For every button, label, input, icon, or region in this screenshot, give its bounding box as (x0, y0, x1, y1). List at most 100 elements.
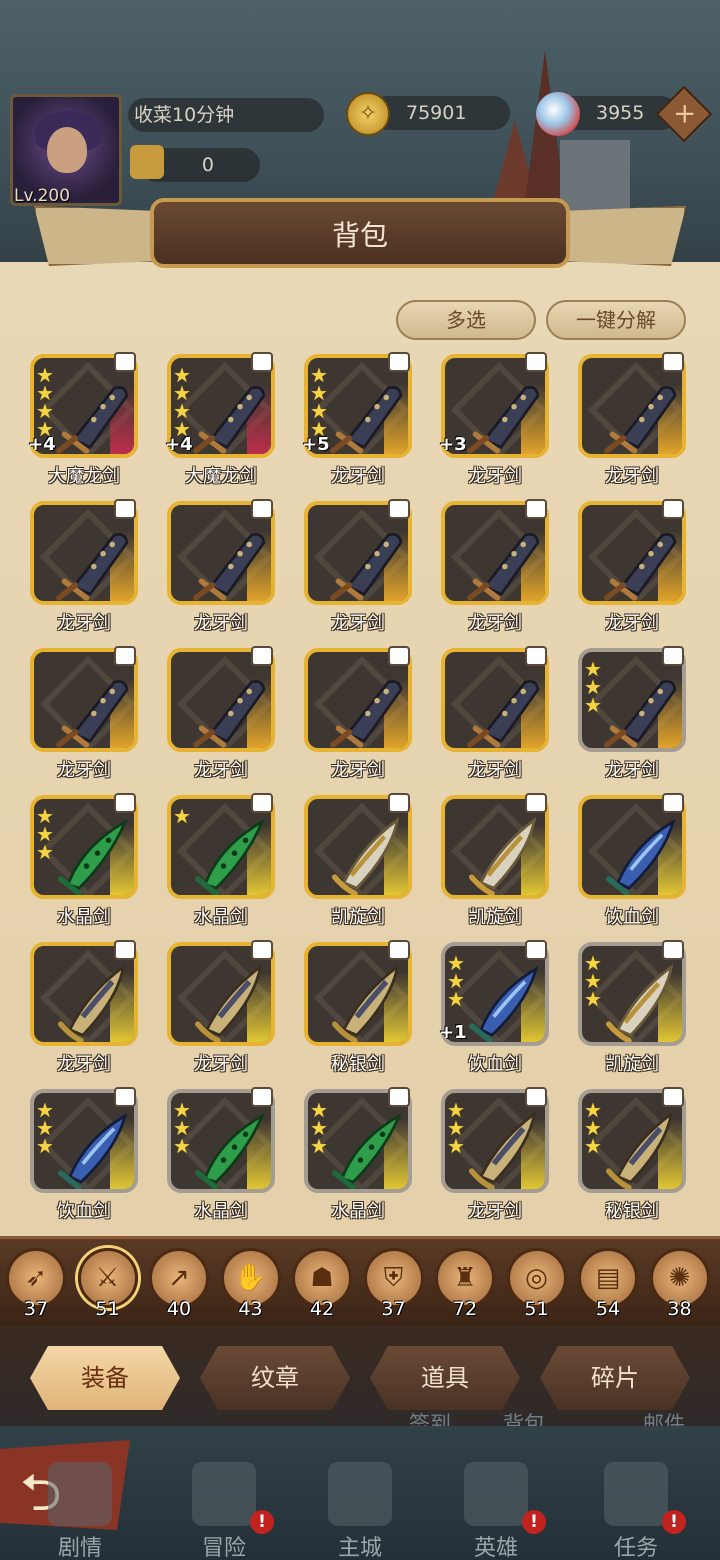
lock-icon[interactable] (525, 1087, 547, 1107)
saber-sword-icon (57, 963, 126, 1042)
lock-icon[interactable] (388, 1087, 410, 1107)
quest-icon[interactable] (604, 1462, 668, 1526)
nav-label-0[interactable]: 剧情 (30, 1530, 130, 1560)
lock-icon[interactable] (114, 352, 136, 372)
tab-items[interactable]: 道具 (370, 1346, 520, 1410)
lock-icon[interactable] (525, 352, 547, 372)
item-slot[interactable]: 秘银剑 (300, 938, 437, 1084)
lock-icon[interactable] (388, 793, 410, 813)
item-name: 龙牙剑 (468, 1201, 522, 1222)
lock-icon[interactable] (525, 646, 547, 666)
item-slot[interactable]: ★ ★ ★ +1 饮血剑 (437, 938, 574, 1084)
item-name: 龙牙剑 (605, 760, 659, 781)
nav-label-4[interactable]: 任务 (586, 1530, 686, 1560)
lock-icon[interactable] (251, 940, 273, 960)
lock-icon[interactable] (114, 1087, 136, 1107)
item-slot[interactable]: ★ ★ ★ ★ +5 龙牙剑 (300, 350, 437, 496)
tab-emblem[interactable]: 纹章 (200, 1346, 350, 1410)
nav-label-3[interactable]: 英雄 (446, 1530, 546, 1560)
item-slot[interactable]: 龙牙剑 (26, 938, 163, 1084)
lock-icon[interactable] (114, 940, 136, 960)
tab-equipment[interactable]: 装备 (30, 1346, 180, 1410)
decompose-all-button[interactable]: 一键分解 (546, 300, 686, 340)
item-slot[interactable]: ★ ★ ★ ★ +4 大魔龙剑 (26, 350, 163, 496)
lock-icon[interactable] (251, 793, 273, 813)
lock-icon[interactable] (114, 646, 136, 666)
item-slot[interactable]: ★ ★ ★ 龙牙剑 (574, 644, 711, 790)
star-rating: ★ ★ ★ ★ (173, 365, 197, 439)
club-sword-icon (604, 385, 677, 454)
lock-icon[interactable] (114, 793, 136, 813)
lock-icon[interactable] (388, 646, 410, 666)
item-name: 水晶剑 (57, 907, 111, 928)
multi-select-button[interactable]: 多选 (396, 300, 536, 340)
item-slot[interactable]: 凯旋剑 (437, 791, 574, 937)
lock-icon[interactable] (388, 499, 410, 519)
item-slot[interactable]: 饮血剑 (574, 791, 711, 937)
castle-icon[interactable] (328, 1462, 392, 1526)
category-count: 54 (595, 1298, 621, 1320)
story-icon[interactable] (48, 1462, 112, 1526)
lock-icon[interactable] (662, 499, 684, 519)
item-slot[interactable]: 龙牙剑 (437, 644, 574, 790)
star-icon: ★ (584, 987, 602, 1011)
item-slot[interactable]: ★ 水晶剑 (163, 791, 300, 937)
item-slot[interactable]: 龙牙剑 (300, 644, 437, 790)
item-slot[interactable]: 龙牙剑 (163, 644, 300, 790)
lock-icon[interactable] (388, 940, 410, 960)
lock-icon[interactable] (251, 646, 273, 666)
ring-icon: ◎ (525, 1263, 548, 1293)
lock-icon[interactable] (251, 1087, 273, 1107)
book-icon: ▤ (595, 1263, 621, 1293)
item-slot[interactable]: ★ ★ ★ 水晶剑 (163, 1085, 300, 1231)
lock-icon[interactable] (251, 352, 273, 372)
claw-icon: ✋ (234, 1263, 267, 1293)
lock-icon[interactable] (251, 499, 273, 519)
lock-icon[interactable] (525, 793, 547, 813)
nav-label-1[interactable]: 冒险 (174, 1530, 274, 1560)
lock-icon[interactable] (662, 646, 684, 666)
club-sword-icon (330, 532, 403, 601)
lock-icon[interactable] (662, 1087, 684, 1107)
tab-fragments[interactable]: 碎片 (540, 1346, 690, 1410)
nav-label-2[interactable]: 主城 (310, 1530, 410, 1560)
item-slot[interactable]: ★ ★ ★ 龙牙剑 (437, 1085, 574, 1231)
club-sword-icon (604, 532, 677, 601)
lock-icon[interactable] (525, 499, 547, 519)
hero-icon[interactable] (464, 1462, 528, 1526)
item-slot[interactable]: 龙牙剑 (26, 644, 163, 790)
lock-icon[interactable] (525, 940, 547, 960)
item-slot[interactable]: 龙牙剑 (574, 497, 711, 643)
star-icon: ★ (584, 1134, 602, 1158)
item-slot[interactable]: ★ ★ ★ ★ +4 大魔龙剑 (163, 350, 300, 496)
item-slot[interactable]: 龙牙剑 (437, 497, 574, 643)
star-rating: ★ ★ ★ (584, 953, 608, 1011)
item-slot[interactable]: ★ ★ ★ 凯旋剑 (574, 938, 711, 1084)
item-name: 水晶剑 (194, 907, 248, 928)
item-slot[interactable]: ★ ★ ★ 水晶剑 (300, 1085, 437, 1231)
item-slot[interactable]: 龙牙剑 (574, 350, 711, 496)
adventure-icon[interactable] (192, 1462, 256, 1526)
lock-icon[interactable] (114, 499, 136, 519)
star-rating: ★ ★ ★ (584, 1100, 608, 1158)
lock-icon[interactable] (662, 793, 684, 813)
item-slot[interactable]: 龙牙剑 (163, 938, 300, 1084)
item-slot[interactable]: 龙牙剑 (300, 497, 437, 643)
gold-sword-icon (468, 816, 537, 895)
lock-icon[interactable] (662, 940, 684, 960)
tab-label: 纹章 (251, 1364, 299, 1392)
item-slot[interactable]: ★ ★ ★ 秘银剑 (574, 1085, 711, 1231)
item-slot[interactable]: 龙牙剑 (163, 497, 300, 643)
star-icon: ★ (584, 693, 602, 717)
item-name: 龙牙剑 (331, 613, 385, 634)
item-slot[interactable]: ★ ★ ★ 水晶剑 (26, 791, 163, 937)
lock-icon[interactable] (388, 352, 410, 372)
item-name: 龙牙剑 (468, 466, 522, 487)
item-slot[interactable]: 凯旋剑 (300, 791, 437, 937)
item-name: 水晶剑 (194, 1201, 248, 1222)
item-slot[interactable]: ★ ★ ★ 饮血剑 (26, 1085, 163, 1231)
item-slot[interactable]: 龙牙剑 (26, 497, 163, 643)
item-slot[interactable]: +3 龙牙剑 (437, 350, 574, 496)
item-name: 龙牙剑 (331, 760, 385, 781)
lock-icon[interactable] (662, 352, 684, 372)
